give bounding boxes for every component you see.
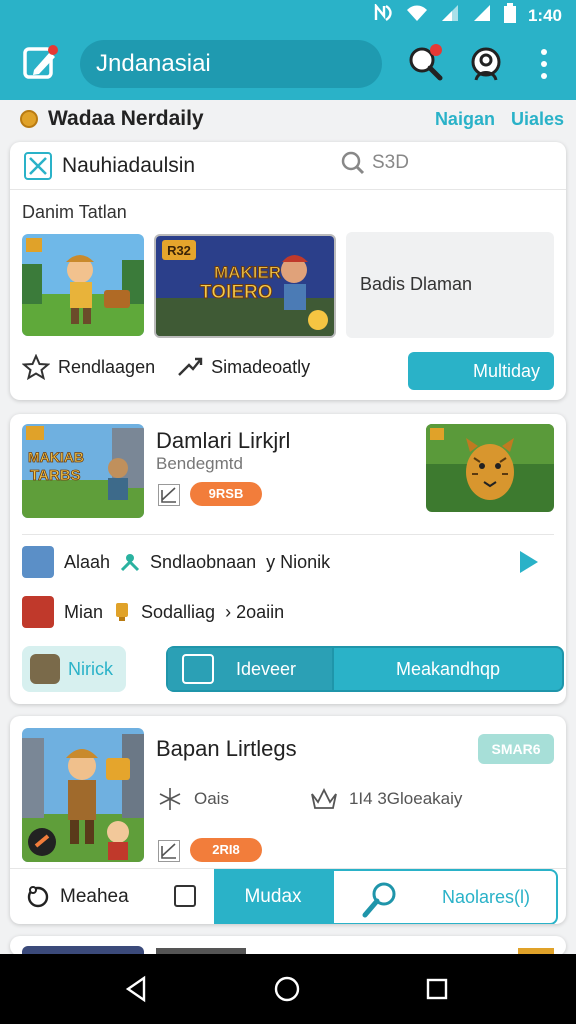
wifi-icon [406,4,428,27]
checkbox[interactable] [158,840,180,862]
rank-label: Rendlaagen [58,356,156,377]
section-link-1[interactable]: Naigan [435,109,495,130]
game-title[interactable]: Damlari Lirkjrl [156,428,290,454]
card-search[interactable]: S3D [340,150,409,176]
section-link-2[interactable]: Uiales [511,109,564,130]
recents-icon[interactable] [422,974,452,1004]
checkbox[interactable] [158,484,180,506]
section-header: Wadaa Nerdaily Naigan Uiales [20,102,564,136]
meahea-label: Meahea [60,886,129,907]
list-item[interactable]: Alaah Sndlaobnaan y Nionik [22,546,330,578]
refresh-icon [27,886,49,908]
app-icon [24,152,52,180]
share-action[interactable]: Simadeoatly [177,355,310,379]
sparkle-icon [159,788,181,810]
list-item[interactable]: Mian Sodalliag › 2oaiin [22,596,284,628]
card-header: Nauhiadaulsin S3D [10,142,566,190]
crown-icon [311,787,337,809]
row-name: Mian [64,601,104,622]
multiday-button[interactable]: Multiday [408,352,554,390]
coin-icon [20,110,38,128]
status-badge: SMAR6 [478,734,554,764]
thumbnail-badge: R32 [167,243,191,258]
nick-label: Nirick [68,659,113,679]
row-mid: Sndlaobnaan [150,551,257,572]
game-thumbnail[interactable]: MAKIAB TARBS [22,424,144,518]
mudax-button[interactable]: Mudax [214,869,332,924]
magnifier-icon [360,879,400,919]
back-icon[interactable] [122,974,152,1004]
section-title: Wadaa Nerdaily [48,107,204,130]
card-search-label: S3D [372,152,409,173]
window-icon [182,654,214,684]
game-card: MAKIAB TARBS Damlari Lirkjrl Bendegmtd 9… [10,414,566,704]
segment-label: Meakandhqp [395,659,501,679]
game-thumbnail[interactable] [22,728,144,862]
stat-1: Oais [194,789,229,808]
card-header-title: Nauhiadaulsin [62,154,196,177]
row-mid: Sodalliag [141,601,216,622]
segment-label: Ideveer [235,659,296,679]
status-time: 1:40 [527,5,562,25]
segment-ideveer[interactable]: Ideveer [168,648,334,690]
home-icon[interactable] [272,974,302,1004]
stat-2: 1I4 3Gloeakaiy [348,789,463,808]
game-thumbnail[interactable]: R32 MAKIER TOIERO [154,234,336,338]
app-bar: Jndanasiai [0,28,576,100]
search-icon[interactable] [404,42,448,86]
thumbnail-title-bottom: TOIERO [200,282,273,303]
search-icon [341,151,365,175]
avatar [22,546,54,578]
avatar [22,596,54,628]
game-thumbnail[interactable] [22,234,144,336]
card-action-bar: Meahea Mudax Naolares(l) [10,868,566,924]
row-name: Alaah [64,551,111,572]
featured-card: Nauhiadaulsin S3D Danim Tatlan R32 MAKIE… [10,142,566,400]
profile-icon[interactable] [464,42,508,86]
game-title[interactable]: Bapan Lirtlegs [156,736,297,762]
thumbnail-title-bottom: TARBS [30,467,81,484]
row-right: › 2oaiin [225,601,285,622]
trophy-icon [116,603,129,621]
divider [22,534,554,535]
navigation-bar [0,954,576,1024]
thumbnail-title-top: MAKIAB [28,449,84,465]
avatar [30,654,60,684]
share-icon [178,357,203,376]
thumbnail-title-top: MAKIER [214,263,281,282]
placeholder-label: Badis Dlaman [360,274,473,294]
signal-icon [440,4,460,27]
segment-meakandhqp[interactable]: Meakandhqp [334,648,562,690]
rank-action[interactable]: Rendlaagen [22,354,155,380]
play-icon[interactable] [514,548,542,576]
meahea-button[interactable]: Meahea [26,869,129,924]
card-subtitle: Danim Tatlan [22,202,127,222]
tiger-thumbnail[interactable] [426,424,554,512]
cell-signal-icon [472,4,492,27]
star-icon [22,354,50,380]
naolares-label: Naolares(l) [442,887,531,907]
placeholder-tile[interactable]: Badis Dlaman [346,232,554,338]
game-card: Bapan Lirtlegs SMAR6 Oais 1I4 3Gloeakaiy… [10,716,566,924]
segmented-control: Ideveer Meakandhqp [166,646,564,692]
game-subtitle: Bendegmtd [156,454,243,473]
people-icon [120,554,140,572]
naolares-button[interactable]: Naolares(l) [332,869,558,924]
status-bar: 1:40 [0,0,576,28]
price-pill[interactable]: 9RSB [190,482,262,506]
row-right: y Nionik [266,551,331,572]
edit-icon[interactable] [22,44,60,82]
battery-icon [503,3,516,28]
search-input[interactable]: Jndanasiai [80,40,382,88]
price-pill[interactable]: 2RI8 [190,838,262,862]
nick-button[interactable]: Nirick [22,646,126,692]
share-label: Simadeoatly [211,356,311,377]
checkbox[interactable] [174,885,196,907]
game-card [10,936,566,956]
more-menu-icon[interactable] [524,42,564,86]
nfc-icon [374,2,394,27]
